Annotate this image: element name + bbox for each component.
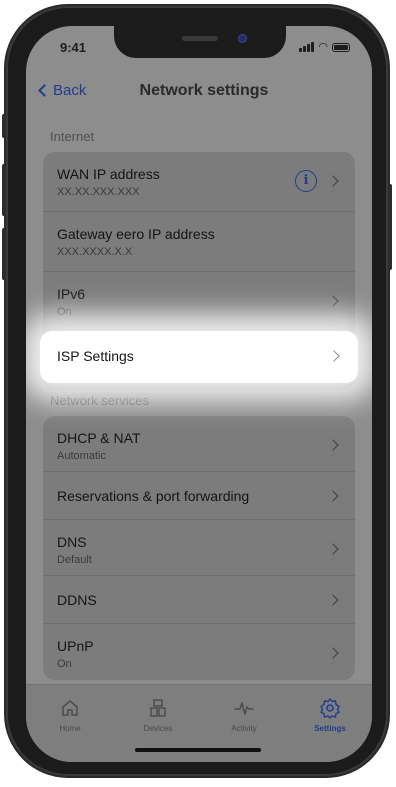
- row-subtitle: On: [57, 658, 72, 670]
- row-gateway-ip: Gateway eero IP address XXX.XXXX.X.X: [43, 212, 355, 272]
- chevron-right-icon: [327, 175, 339, 187]
- volume-up-button: [2, 164, 6, 216]
- power-button: [388, 184, 392, 270]
- tab-activity[interactable]: Activity: [214, 697, 274, 733]
- devices-icon: [128, 697, 188, 719]
- tab-settings[interactable]: Settings: [300, 697, 360, 733]
- row-title: IPv6: [57, 286, 86, 302]
- row-upnp[interactable]: UPnP On: [43, 624, 355, 680]
- row-title: ISP Settings: [57, 348, 134, 364]
- tab-label: Settings: [314, 724, 346, 733]
- battery-icon: [332, 43, 350, 52]
- row-title: UPnP: [57, 638, 94, 654]
- row-title: WAN IP address: [57, 166, 160, 182]
- page-title: Network settings: [139, 82, 269, 99]
- status-icons: ◠: [299, 41, 350, 53]
- row-title: Gateway eero IP address: [57, 226, 215, 242]
- chevron-right-icon: [327, 295, 339, 307]
- tab-devices[interactable]: Devices: [128, 697, 188, 733]
- isp-settings-row[interactable]: ISP Settings: [40, 331, 358, 383]
- wifi-icon: ◠: [318, 41, 328, 53]
- screen: 9:41 ◠ Back Network settings Internet WA…: [26, 26, 372, 762]
- row-wan-ip[interactable]: WAN IP address XX.XX.XXX.XXX i: [43, 152, 355, 212]
- volume-down-button: [2, 228, 6, 280]
- row-title: DNS: [57, 534, 87, 550]
- row-title: DDNS: [57, 592, 97, 608]
- row-title: Reservations & port forwarding: [57, 488, 250, 504]
- status-time: 9:41: [60, 40, 87, 55]
- network-services-group: DHCP & NAT Automatic Reservations & port…: [43, 416, 355, 680]
- signal-icon: [299, 42, 315, 52]
- tab-label: Devices: [143, 724, 173, 733]
- row-subtitle: Default: [57, 554, 92, 566]
- mute-switch: [2, 114, 6, 138]
- tab-label: Activity: [231, 724, 257, 733]
- status-bar: 9:41 ◠: [26, 38, 372, 58]
- section-label-network-services: Network services: [50, 393, 149, 408]
- info-icon[interactable]: i: [295, 170, 317, 192]
- row-subtitle: Automatic: [57, 450, 106, 462]
- row-ddns[interactable]: DDNS: [43, 576, 355, 624]
- tab-bar: Home Devices Activity Settings: [26, 684, 372, 762]
- home-indicator: [135, 748, 261, 752]
- row-reservations[interactable]: Reservations & port forwarding: [43, 472, 355, 520]
- chevron-right-icon: [327, 439, 339, 451]
- tab-home[interactable]: Home: [40, 697, 100, 733]
- chevron-right-icon: [327, 647, 339, 659]
- section-label-internet: Internet: [50, 129, 95, 144]
- row-subtitle: XXX.XXXX.X.X: [57, 246, 133, 258]
- chevron-right-icon: [327, 594, 339, 606]
- phone-frame: 9:41 ◠ Back Network settings Internet WA…: [2, 6, 392, 776]
- row-dns[interactable]: DNS Default: [43, 520, 355, 576]
- gear-icon: [300, 697, 360, 719]
- activity-icon: [214, 697, 274, 719]
- row-dhcp-nat[interactable]: DHCP & NAT Automatic: [43, 416, 355, 472]
- row-subtitle: XX.XX.XXX.XXX: [57, 186, 140, 198]
- row-ipv6[interactable]: IPv6 On: [43, 272, 355, 332]
- navigation-bar: Back Network settings: [26, 80, 372, 106]
- tab-label: Home: [59, 724, 81, 733]
- row-subtitle: On: [57, 306, 72, 318]
- chevron-right-icon: [328, 350, 340, 362]
- chevron-right-icon: [327, 490, 339, 502]
- chevron-right-icon: [327, 543, 339, 555]
- home-icon: [40, 697, 100, 719]
- row-title: DHCP & NAT: [57, 430, 141, 446]
